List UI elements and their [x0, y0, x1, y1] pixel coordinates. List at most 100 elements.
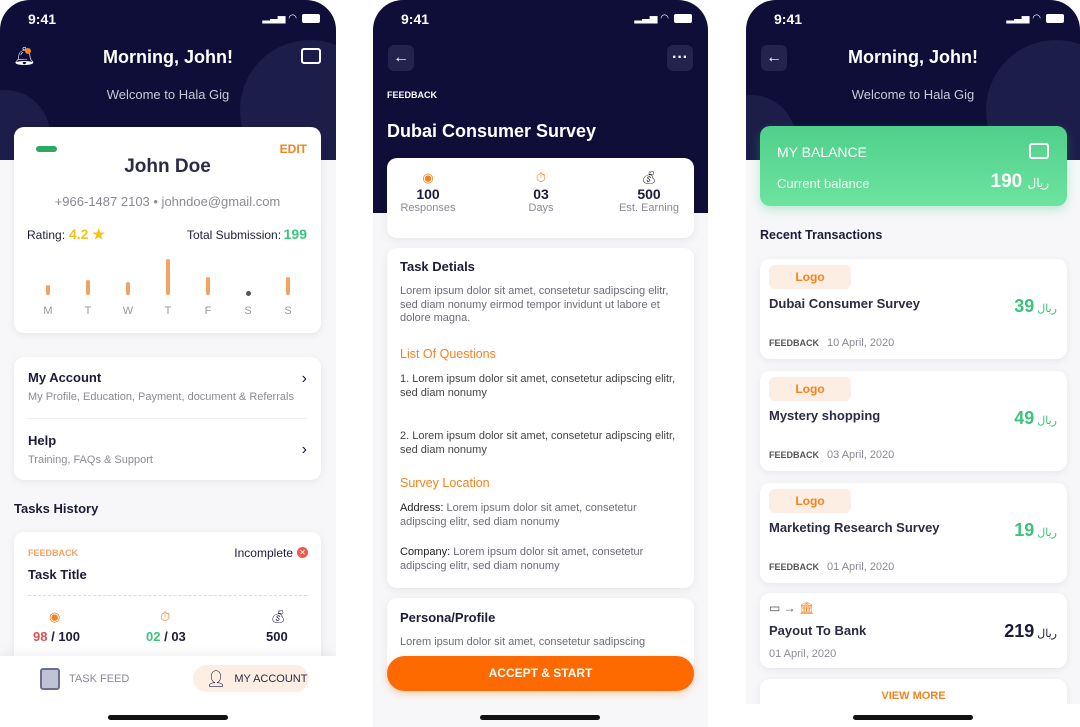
persona-text: Lorem ipsum dolor sit amet, consetetur s… [400, 636, 646, 648]
balance-card: MY BALANCE Current balance 190 ريال [760, 126, 1067, 206]
edit-button[interactable]: EDIT [280, 142, 307, 156]
status-icons: ▂▃▅ ◠ [262, 13, 320, 24]
transaction-name: Marketing Research Survey [769, 520, 940, 535]
responses-done: 98 [33, 629, 48, 644]
money-bag-icon: 💰︎ [270, 609, 287, 624]
chart-day-label: W [122, 305, 134, 317]
responses-icon: ◉ [49, 609, 61, 624]
transaction-item[interactable]: Logo Dubai Consumer Survey 39 ريال FEEDBA… [760, 259, 1067, 359]
greeting-subtitle: Welcome to Hala Gig [106, 87, 230, 102]
profile-name: John Doe [124, 156, 211, 177]
address-text: Address: Lorem ipsum dolor sit amet, con… [400, 502, 637, 528]
survey-category: FEEDBACK [387, 90, 438, 100]
payout-amount: 219 ريال [1004, 621, 1057, 641]
details-text: Lorem ipsum dolor sit amet, consetetur s… [400, 285, 669, 324]
profile-contact: +966-1487 2103 • johndoe@gmail.com [54, 194, 281, 209]
home-indicator [480, 715, 600, 720]
greeting-title: Morning, John! [848, 47, 978, 67]
submission-value: 199 [283, 226, 307, 242]
company-text: Company: Lorem ipsum dolor sit amet, con… [400, 546, 644, 572]
view-more-label: VIEW MORE [881, 690, 946, 702]
chart-day-label: S [284, 305, 292, 317]
home-indicator [108, 715, 228, 720]
chart-day-label: F [204, 305, 212, 317]
transaction-item[interactable]: Logo Mystery shopping 49 ريال FEEDBACK 03 … [760, 371, 1067, 471]
nav-my-account[interactable]: 👤︎ MY ACCOUNT [193, 665, 309, 692]
responses-icon: ◉ [422, 170, 434, 185]
merchant-logo: Logo [769, 265, 851, 289]
chart-bar [206, 277, 210, 295]
status-icons: ▂▃▅ ◠ [1006, 13, 1064, 24]
payout-name: Payout To Bank [769, 623, 867, 638]
greeting-title: Morning, John! [103, 47, 233, 67]
chart-bar [86, 279, 90, 295]
accept-start-button[interactable]: ACCEPT & START [387, 656, 694, 691]
money-bag-icon: 💰︎ [640, 170, 658, 185]
merchant-logo: Logo [769, 489, 851, 513]
divider [28, 595, 307, 596]
transaction-name: Mystery shopping [769, 408, 881, 423]
more-icon[interactable]: ··· [667, 45, 693, 71]
transaction-meta: FEEDBACK 10 April, 2020 [769, 337, 895, 349]
status-time: 9:41 [774, 11, 803, 27]
chart-day-label: M [43, 305, 53, 317]
days-done: 02 [146, 629, 161, 644]
menu-item-subtitle: My Profile, Education, Payment, document… [28, 391, 294, 403]
payout-date: 01 April, 2020 [769, 648, 837, 660]
user-icon: 👤︎ [206, 670, 227, 688]
nav-label: MY ACCOUNT [234, 672, 308, 685]
chevron-right-icon: › [301, 441, 307, 458]
transaction-name: Dubai Consumer Survey [769, 296, 920, 311]
recent-transactions-heading: Recent Transactions [760, 228, 883, 242]
days-total: / 03 [164, 629, 186, 644]
stat-value: 500 [637, 186, 661, 202]
question-item: 2. Lorem ipsum dolor sit amet, consetetu… [400, 430, 676, 456]
menu-card: My Account My Profile, Education, Paymen… [14, 357, 321, 480]
rating-value: 4.2 ★ [69, 226, 105, 242]
home-indicator [853, 715, 973, 720]
account-screen: 9:41 ▂▃▅ ◠ 🔔︎ Morning, John! Welcome to … [0, 0, 336, 727]
balance-amount: 190 ريال [990, 171, 1050, 192]
chevron-right-icon: › [301, 370, 307, 387]
transaction-amount: 49 ريال [1014, 408, 1057, 428]
questions-heading: List Of Questions [400, 347, 496, 361]
transaction-amount: 19 ريال [1014, 520, 1057, 540]
stat-days: ⏱︎ 03 Days [500, 170, 582, 214]
transaction-meta: FEEDBACK 01 April, 2020 [769, 561, 895, 573]
wallet-to-bank-icon: ▭ → 🏛︎ [769, 601, 815, 615]
wallet-icon [1029, 143, 1049, 159]
survey-screen: 9:41 ▂▃▅ ◠ ← ··· FEEDBACK Dubai Consumer… [373, 0, 708, 727]
task-status: Incomplete [234, 546, 293, 560]
profile-card: EDIT John Doe +966-1487 2103 • johndoe@g… [14, 127, 321, 333]
transaction-amount: 39 ريال [1014, 296, 1057, 316]
status-icons: ▂▃▅ ◠ [634, 13, 692, 24]
menu-item-help[interactable]: Help Training, FAQs & Support › [14, 419, 321, 480]
earning-value: 500 [266, 629, 288, 644]
wallet-icon[interactable] [301, 48, 321, 64]
back-arrow-icon[interactable]: ← [388, 45, 414, 71]
stat-label: Est. Earning [619, 202, 679, 214]
nav-task-feed[interactable]: TASK FEED [40, 668, 129, 690]
stat-earning: 💰︎ 500 Est. Earning [607, 170, 691, 214]
location-heading: Survey Location [400, 476, 490, 490]
chart-day-label: T [84, 305, 92, 317]
details-heading: Task Detials [400, 259, 475, 274]
incomplete-icon: ✕ [297, 547, 308, 558]
chart-bar [166, 259, 170, 295]
chart-day-label: S [244, 305, 252, 317]
merchant-logo: Logo [769, 377, 851, 401]
payout-item[interactable]: ▭ → 🏛︎ Payout To Bank 219 ريال 01 April, … [760, 593, 1067, 668]
menu-item-title: Help [28, 433, 57, 448]
menu-item-subtitle: Training, FAQs & Support [28, 454, 153, 466]
task-card[interactable]: FEEDBACK Incomplete ✕ Task Title ◉ ⏱︎ 💰︎… [14, 532, 321, 672]
nav-label: TASK FEED [69, 673, 130, 685]
status-time: 9:41 [28, 11, 57, 27]
transaction-item[interactable]: Logo Marketing Research Survey 19 ريال FE… [760, 483, 1067, 583]
task-details-card: Task Detials Lorem ipsum dolor sit amet,… [387, 248, 694, 588]
menu-item-my-account[interactable]: My Account My Profile, Education, Paymen… [14, 357, 321, 418]
timer-icon: ⏱︎ [160, 609, 171, 624]
stat-value: 100 [416, 186, 440, 202]
balance-label: Current balance [777, 176, 870, 191]
task-category: FEEDBACK [28, 548, 79, 558]
timer-icon: ⏱︎ [535, 170, 547, 185]
